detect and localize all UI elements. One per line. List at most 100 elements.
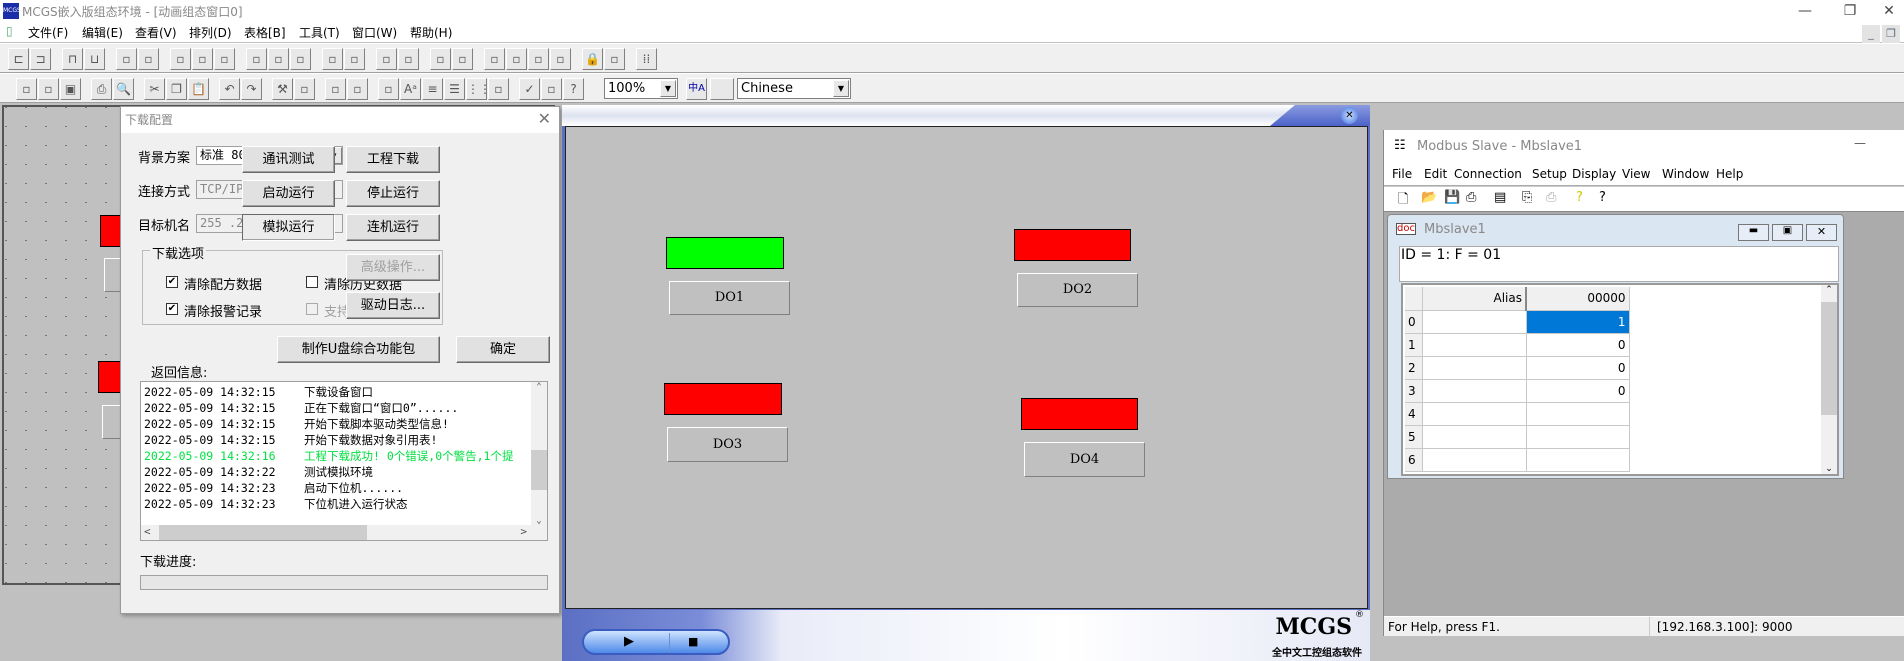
alias-cell[interactable] bbox=[1422, 333, 1527, 357]
clear-recipe-checkbox[interactable]: ✔ bbox=[166, 276, 178, 288]
modbus-menu-view[interactable]: View bbox=[1622, 167, 1650, 181]
rotate-right-icon[interactable]: ▫ bbox=[344, 48, 365, 70]
language-icon[interactable]: 中A bbox=[686, 78, 707, 100]
alias-cell[interactable] bbox=[1422, 356, 1527, 380]
menu-tools[interactable]: 工具(T) bbox=[299, 24, 340, 41]
print-icon[interactable]: ⎙ bbox=[1466, 190, 1476, 205]
blank-button[interactable] bbox=[710, 78, 734, 100]
driver-log-button[interactable]: 驱动日志... bbox=[346, 292, 440, 319]
flip-v-icon[interactable]: ▫ bbox=[398, 48, 419, 70]
window-props-icon[interactable]: ▫ bbox=[488, 78, 509, 100]
center-vertical-icon[interactable]: ▫ bbox=[192, 48, 213, 70]
align-left-icon[interactable]: ⊏ bbox=[8, 48, 29, 70]
modbus-menu-connection[interactable]: Connection bbox=[1454, 167, 1522, 181]
value-cell[interactable] bbox=[1526, 402, 1630, 426]
align-bottom-icon[interactable]: ⊔ bbox=[84, 48, 105, 70]
make-usb-package-button[interactable]: 制作U盘综合功能包 bbox=[277, 336, 440, 363]
font-icon[interactable]: Aᵃ bbox=[400, 78, 421, 100]
paste-icon[interactable]: 📋 bbox=[188, 78, 209, 100]
minimize-button[interactable]: — bbox=[1854, 136, 1866, 150]
project-upload-checkbox[interactable] bbox=[306, 303, 318, 315]
distribute-v-icon[interactable]: ▫ bbox=[268, 48, 289, 70]
language-select[interactable]: Chinese ▼ bbox=[737, 78, 851, 99]
horizontal-scrollbar[interactable]: < > bbox=[141, 525, 547, 540]
return-info-log[interactable]: 2022-05-09 14:32:23 下位机进入运行状态 2022-05-09 1… bbox=[140, 381, 548, 541]
value-cell[interactable]: 0 bbox=[1526, 356, 1630, 380]
stop-icon[interactable]: ■ bbox=[688, 635, 698, 648]
do3-button[interactable]: DO3 bbox=[667, 427, 788, 462]
center-horizontal-icon[interactable]: ▫ bbox=[214, 48, 235, 70]
distribute-both-icon[interactable]: ▫ bbox=[290, 48, 311, 70]
value-cell[interactable] bbox=[1526, 425, 1630, 449]
ungroup-icon[interactable]: ▫ bbox=[452, 48, 473, 70]
modbus-menu-display[interactable]: Display bbox=[1572, 167, 1616, 181]
open-icon[interactable]: 📂 bbox=[1421, 190, 1437, 205]
do4-button[interactable]: DO4 bbox=[1024, 442, 1145, 477]
save-icon[interactable]: ▣ bbox=[60, 78, 81, 100]
ok-button[interactable]: 确定 bbox=[456, 336, 550, 363]
disconnect-icon[interactable]: ⎙ bbox=[1546, 190, 1556, 205]
project-download-button[interactable]: 工程下载 bbox=[346, 146, 440, 173]
address-header[interactable]: 00000 bbox=[1525, 287, 1630, 311]
play-icon[interactable]: ▶ bbox=[624, 634, 634, 649]
zoom-select[interactable]: 100% ▼ bbox=[604, 78, 678, 99]
properties-icon[interactable]: ▫ bbox=[38, 78, 59, 100]
do2-button[interactable]: DO2 bbox=[1017, 273, 1138, 307]
fix-icon[interactable]: ▫ bbox=[604, 48, 625, 70]
scroll-thumb[interactable] bbox=[531, 450, 547, 490]
bring-front-icon[interactable]: ▫ bbox=[484, 48, 505, 70]
menu-table[interactable]: 表格[B] bbox=[244, 24, 286, 41]
online-run-button[interactable]: 连机运行 bbox=[346, 214, 440, 241]
print-icon[interactable]: ⎙ bbox=[91, 78, 112, 100]
order-icon[interactable]: ▫ bbox=[541, 78, 562, 100]
window-icon[interactable]: ▤ bbox=[1494, 190, 1506, 205]
alias-cell[interactable] bbox=[1422, 379, 1527, 403]
clear-alarm-checkbox[interactable]: ✔ bbox=[166, 303, 178, 315]
same-height-icon[interactable]: ▫ bbox=[116, 48, 137, 70]
check-icon[interactable]: ✓ bbox=[519, 78, 540, 100]
mdi-restore-button[interactable]: ❐ bbox=[1882, 25, 1900, 43]
scroll-thumb[interactable] bbox=[1821, 302, 1837, 415]
cut-icon[interactable]: ✂ bbox=[144, 78, 165, 100]
modbus-menu-window[interactable]: Window bbox=[1662, 167, 1709, 181]
modbus-menu-file[interactable]: File bbox=[1392, 167, 1412, 181]
scroll-up-icon[interactable]: ⌃ bbox=[1821, 285, 1837, 295]
align-top-icon[interactable]: ⊓ bbox=[62, 48, 83, 70]
value-cell[interactable] bbox=[1526, 448, 1630, 472]
redo-icon[interactable]: ↷ bbox=[241, 78, 262, 100]
connect-icon[interactable]: ⎘ bbox=[1522, 190, 1532, 205]
scroll-right-icon[interactable]: > bbox=[520, 525, 527, 538]
menu-window[interactable]: 窗口(W) bbox=[352, 24, 397, 41]
scroll-down-icon[interactable]: ⌄ bbox=[1821, 464, 1837, 474]
scroll-left-icon[interactable]: < bbox=[144, 525, 151, 538]
value-cell[interactable]: 1 bbox=[1526, 310, 1630, 334]
lock-icon[interactable]: 🔒 bbox=[582, 48, 603, 70]
scroll-thumb[interactable] bbox=[159, 525, 367, 540]
comm-test-button[interactable]: 通讯测试 bbox=[242, 146, 335, 173]
backward-icon[interactable]: ▫ bbox=[550, 48, 571, 70]
menu-file[interactable]: 文件(F) bbox=[28, 24, 68, 41]
scroll-up-icon[interactable]: ⌃ bbox=[531, 382, 547, 392]
simulate-run-button[interactable]: 模拟运行 bbox=[242, 214, 335, 241]
mdi-doc-icon[interactable]: ▯ bbox=[6, 24, 13, 38]
minimize-button[interactable]: — bbox=[1790, 2, 1820, 20]
context-help-icon[interactable]: ? bbox=[1599, 190, 1606, 205]
value-cell[interactable]: 0 bbox=[1526, 333, 1630, 357]
close-button[interactable]: ✕ bbox=[1874, 2, 1904, 20]
child-minimize-button[interactable]: ▬ bbox=[1738, 224, 1769, 241]
vertical-scrollbar[interactable]: ⌃ ⌄ bbox=[531, 382, 547, 526]
close-icon[interactable]: ✕ bbox=[538, 109, 551, 128]
distribute-h-icon[interactable]: ▫ bbox=[246, 48, 267, 70]
alias-cell[interactable] bbox=[1422, 448, 1527, 472]
close-icon[interactable]: ✕ bbox=[1341, 107, 1358, 124]
child-close-button[interactable]: ✕ bbox=[1806, 224, 1837, 241]
alias-cell[interactable] bbox=[1422, 310, 1527, 334]
preview-icon[interactable]: 🔍 bbox=[113, 78, 134, 100]
new-window-icon[interactable]: ▫ bbox=[16, 78, 37, 100]
start-run-button[interactable]: 启动运行 bbox=[242, 180, 335, 207]
menu-edit[interactable]: 编辑(E) bbox=[82, 24, 123, 41]
restore-button[interactable]: ❐ bbox=[1835, 2, 1865, 20]
alias-header[interactable]: Alias bbox=[1422, 287, 1527, 311]
tools-icon[interactable]: ⚒ bbox=[272, 78, 293, 100]
clear-history-checkbox[interactable] bbox=[306, 276, 318, 288]
